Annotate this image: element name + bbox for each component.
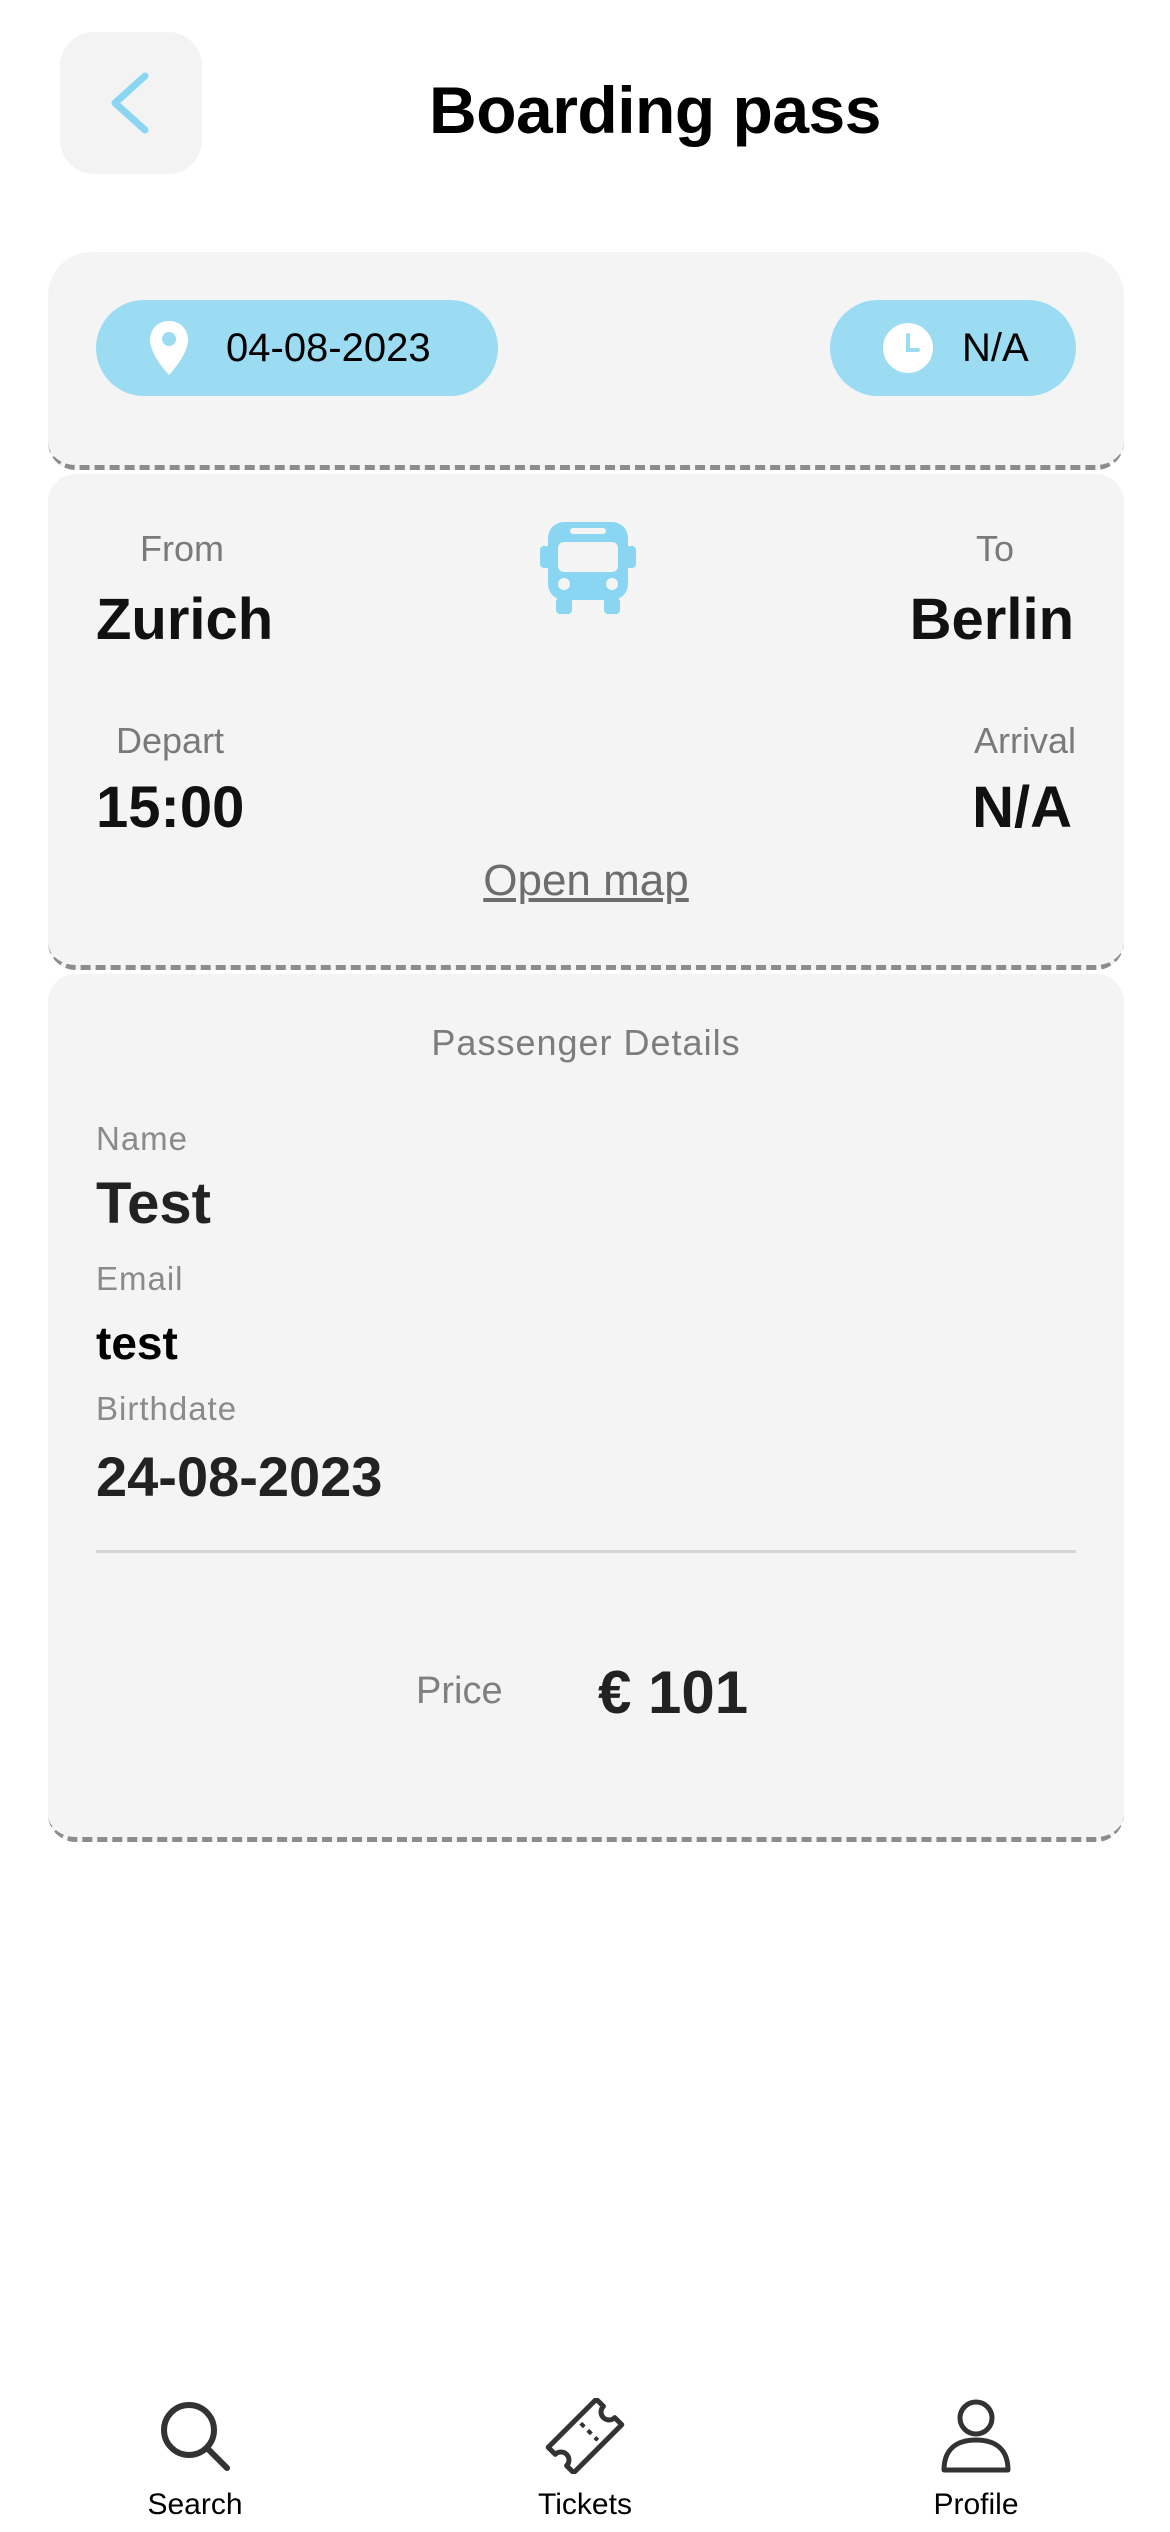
divider — [96, 1550, 1076, 1553]
open-map-link[interactable]: Open map — [48, 856, 1124, 906]
price-label: Price — [416, 1670, 503, 1712]
time-badge: N/A — [830, 300, 1076, 396]
nav-tickets-label: Tickets — [538, 2488, 632, 2521]
page-title: Boarding pass — [429, 73, 881, 147]
ticket-icon — [545, 2398, 625, 2474]
from-label: From — [140, 528, 224, 569]
depart-time: 15:00 — [96, 775, 245, 840]
email-label: Email — [96, 1260, 184, 1297]
passenger-details-card: Passenger Details Name Test Email test B… — [48, 974, 1124, 1842]
arrival-time: N/A — [972, 775, 1072, 840]
nav-profile[interactable]: Profile — [876, 2398, 1076, 2522]
bus-icon — [540, 522, 636, 614]
trip-date-card: 04-08-2023 N/A — [48, 252, 1124, 470]
nav-search-label: Search — [147, 2488, 243, 2521]
arrival-label: Arrival — [973, 720, 1076, 761]
route-card: From Zurich To Berlin Depart 15:00 Arriv… — [48, 474, 1124, 970]
passenger-birthdate: 24-08-2023 — [96, 1445, 383, 1508]
trip-date: 04-08-2023 — [226, 325, 431, 370]
nav-profile-label: Profile — [933, 2488, 1019, 2521]
person-icon — [941, 2399, 1011, 2473]
from-city: Zurich — [96, 587, 274, 652]
price-value: € 101 — [598, 1659, 749, 1726]
birthdate-label: Birthdate — [96, 1390, 238, 1427]
date-badge: 04-08-2023 — [96, 300, 498, 396]
passenger-email: test — [96, 1317, 178, 1369]
clock-icon — [883, 323, 933, 373]
to-city: Berlin — [909, 587, 1074, 652]
search-icon — [161, 2402, 230, 2471]
to-label: To — [975, 528, 1014, 569]
trip-time: N/A — [962, 325, 1029, 370]
name-label: Name — [96, 1120, 189, 1157]
location-pin-icon — [150, 321, 188, 375]
passenger-name: Test — [96, 1171, 211, 1236]
nav-search[interactable]: Search — [95, 2398, 295, 2522]
nav-tickets[interactable]: Tickets — [485, 2398, 685, 2522]
depart-label: Depart — [116, 720, 225, 761]
passenger-section-title: Passenger Details — [431, 1022, 741, 1063]
